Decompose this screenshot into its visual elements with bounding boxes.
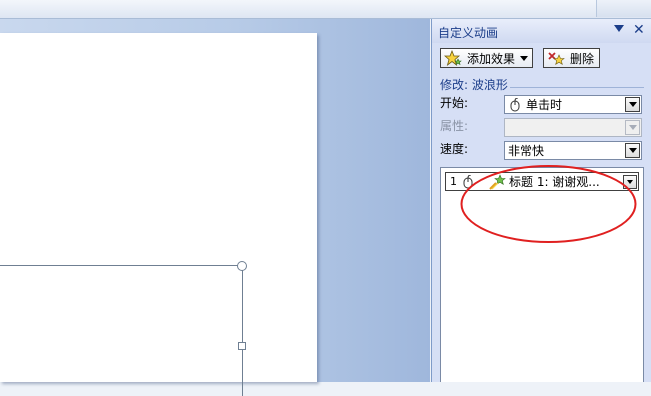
chevron-down-icon[interactable] — [625, 143, 640, 158]
top-toolbar-strip — [0, 0, 651, 19]
animation-item-label: 标题 1: 谢谢观... — [509, 175, 600, 189]
start-select[interactable]: 单击时 — [504, 95, 642, 114]
start-label: 开始: — [440, 96, 469, 110]
section-divider — [510, 87, 644, 88]
remove-label: 删除 — [570, 51, 595, 66]
property-select — [504, 118, 642, 137]
modify-label: 修改: 波浪形 — [440, 78, 508, 92]
star-icon — [444, 50, 462, 66]
chevron-down-icon[interactable] — [623, 174, 637, 189]
ruler-area — [0, 0, 597, 17]
list-item[interactable]: 1 标题 1: 谢谢观... — [445, 172, 639, 191]
pane-header: 自定义动画 ✕ — [432, 19, 651, 43]
slide-canvas[interactable] — [0, 33, 317, 396]
mouse-icon — [463, 174, 473, 188]
remove-effect-icon — [548, 52, 565, 65]
remove-button[interactable]: 删除 — [543, 48, 600, 68]
star-effect-icon — [489, 173, 506, 190]
chevron-down-icon[interactable] — [625, 97, 640, 112]
chevron-down-icon — [625, 120, 640, 135]
rotate-handle[interactable] — [237, 261, 247, 271]
resize-handle[interactable] — [238, 342, 246, 350]
chevron-down-icon — [520, 55, 529, 61]
speed-label: 速度: — [440, 142, 469, 156]
add-effect-button[interactable]: 添加效果 — [440, 48, 533, 68]
animation-order: 1 — [450, 175, 457, 188]
animation-list[interactable]: 1 标题 1: 谢谢观... — [440, 167, 644, 382]
toolbar-corner — [597, 0, 651, 17]
pane-title: 自定义动画 — [438, 26, 499, 40]
add-effect-label: 添加效果 — [467, 51, 516, 66]
slide-editing-area — [0, 19, 430, 396]
speed-select-value: 非常快 — [508, 144, 545, 158]
start-select-value: 单击时 — [526, 98, 563, 112]
property-label: 属性: — [440, 119, 469, 133]
close-icon[interactable]: ✕ — [633, 22, 645, 38]
mouse-icon — [510, 97, 520, 111]
text-placeholder-box[interactable] — [0, 265, 243, 396]
speed-select[interactable]: 非常快 — [504, 141, 642, 160]
custom-animation-pane: 自定义动画 ✕ 添加效果 删除 修改: 波浪形 开始: 单击时 属性: 速度: … — [431, 19, 651, 382]
pane-menu-dropdown-icon[interactable] — [614, 25, 624, 32]
